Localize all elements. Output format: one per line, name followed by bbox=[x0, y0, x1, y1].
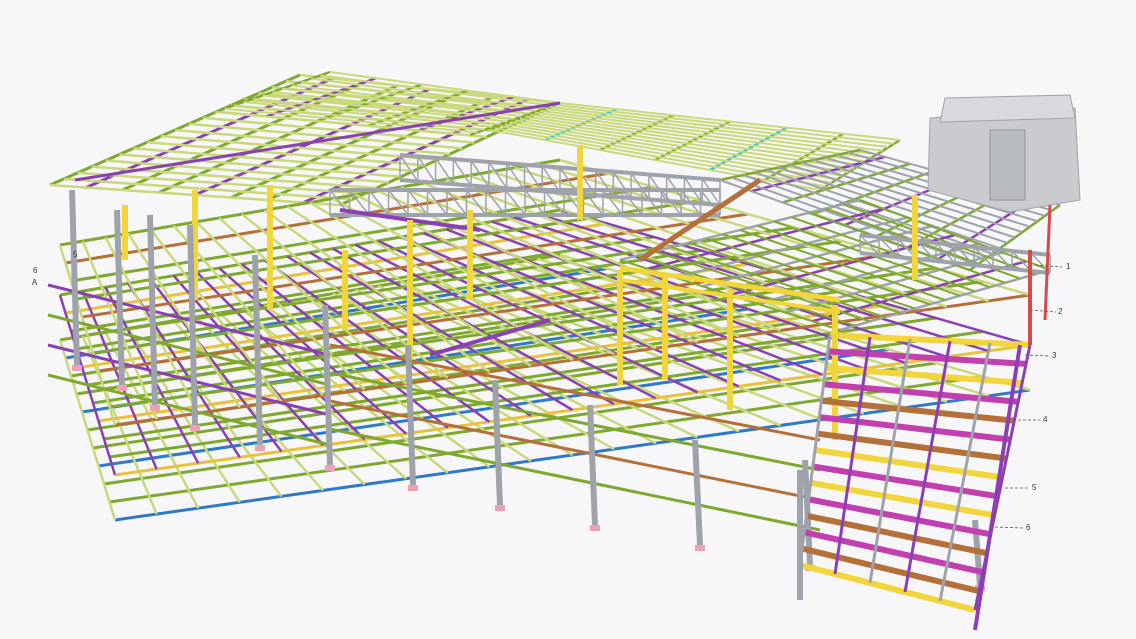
grid-label-left-a: A bbox=[32, 278, 38, 287]
base-plate bbox=[190, 425, 200, 431]
grid-label-right-3: 3 bbox=[1052, 351, 1057, 360]
grid-label-right-4: 4 bbox=[1043, 415, 1048, 424]
stair-landing-beam bbox=[805, 512, 988, 557]
column-grey bbox=[587, 404, 598, 526]
equipment-unit bbox=[989, 129, 1026, 201]
base-plate bbox=[72, 365, 82, 371]
column-grey bbox=[692, 439, 703, 546]
base-plate bbox=[695, 545, 705, 551]
equipment-enclosure-top bbox=[939, 94, 1076, 123]
3d-model-viewport[interactable]: 1 2 3 4 5 6 6 5 A bbox=[0, 0, 1136, 639]
grid-reference-line bbox=[1029, 309, 1057, 313]
base-plate bbox=[150, 405, 160, 411]
grid-label-right-5: 5 bbox=[1032, 483, 1037, 492]
base-plate bbox=[325, 465, 335, 471]
grid-label-right-2: 2 bbox=[1058, 307, 1063, 316]
grid-label-right-1: 1 bbox=[1066, 262, 1071, 271]
stair-landing-beam bbox=[827, 348, 1027, 367]
grid-reference-line bbox=[994, 526, 1025, 529]
stair-landing-beam bbox=[810, 479, 996, 519]
column-grey bbox=[114, 209, 125, 386]
base-plate bbox=[590, 525, 600, 531]
stair-landing-beam bbox=[821, 397, 1015, 424]
base-plate bbox=[408, 485, 418, 491]
base-plate bbox=[255, 445, 265, 451]
grid-label-left-6: 6 bbox=[33, 266, 38, 275]
truss-diagonal bbox=[452, 158, 472, 186]
base-plate bbox=[117, 385, 127, 391]
stair-landing-beam bbox=[808, 496, 992, 538]
steel-structure-model[interactable]: 1 2 3 4 5 6 6 5 A bbox=[0, 0, 1136, 639]
grid-label-right-6: 6 bbox=[1026, 523, 1031, 532]
stair-landing-beam bbox=[803, 529, 984, 576]
base-plate bbox=[495, 505, 505, 511]
column-grey bbox=[492, 379, 503, 506]
grid-label-left-5: 5 bbox=[73, 250, 78, 259]
